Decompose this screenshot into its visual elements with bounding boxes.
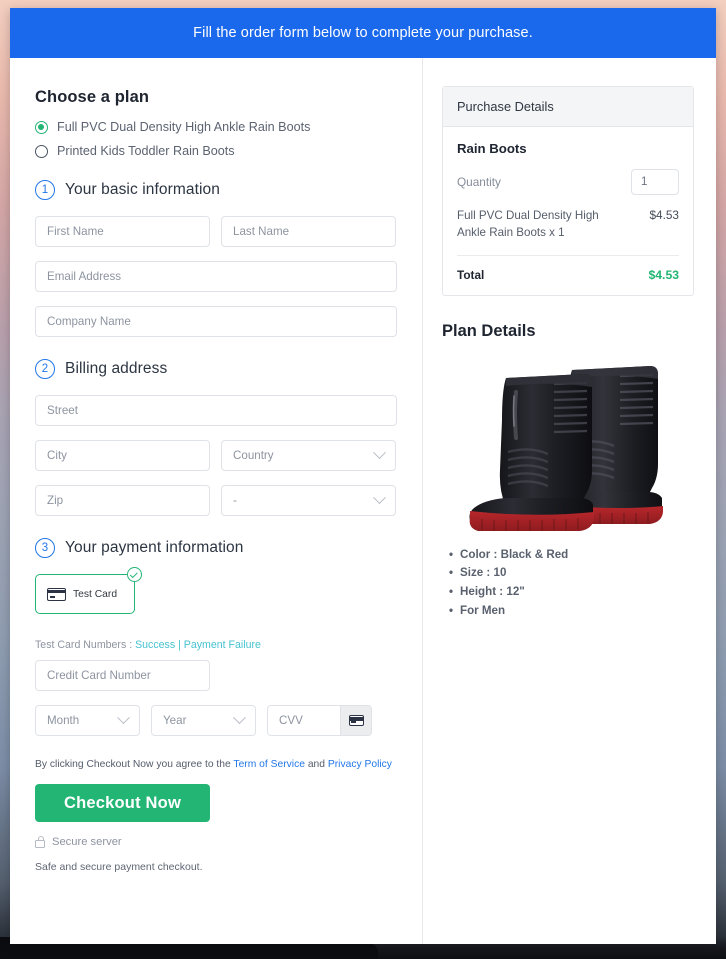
expiry-year-select[interactable]: Year: [151, 705, 256, 736]
bullet-item: For Men: [449, 602, 694, 621]
content-columns: Choose a plan Full PVC Dual Density High…: [10, 58, 716, 944]
chevron-down-icon: [373, 491, 386, 505]
credit-card-icon: [348, 715, 364, 726]
credit-card-icon: [47, 587, 66, 601]
payment-method-label: Test Card: [73, 588, 118, 600]
purchase-product-name: Rain Boots: [457, 141, 527, 156]
street-input[interactable]: Street: [35, 395, 397, 426]
name-field-row: First Name Last Name: [35, 216, 397, 247]
step-title: Billing address: [65, 360, 168, 377]
line-item-price: $4.53: [649, 208, 679, 222]
email-field-row: Email Address: [35, 261, 397, 292]
boot-left: [469, 373, 594, 531]
step-title: Your basic information: [65, 181, 220, 198]
state-select[interactable]: -: [221, 485, 396, 516]
quantity-row: Quantity 1: [457, 169, 679, 195]
secure-server-label: Secure server: [52, 836, 122, 848]
bullet-item: Color : Black & Red: [449, 546, 694, 565]
city-country-row: City Country: [35, 440, 397, 471]
country-select-value: Country: [233, 449, 274, 462]
product-image: [442, 347, 694, 532]
state-select-value: -: [233, 494, 237, 507]
total-value: $4.53: [648, 267, 680, 282]
plan-details-bullets: Color : Black & Red Size : 10 Height : 1…: [442, 546, 694, 621]
street-field-row: Street: [35, 395, 397, 426]
total-label: Total: [457, 267, 485, 282]
step-number-badge: 2: [35, 359, 55, 379]
step-billing-address: 2 Billing address: [35, 359, 397, 379]
step-payment-information: 3 Your payment information: [35, 538, 397, 558]
checkout-page: Fill the order form below to complete yo…: [10, 8, 716, 944]
success-card-link[interactable]: Success: [135, 639, 175, 651]
bullet-item: Size : 10: [449, 564, 694, 583]
cvv-help-button[interactable]: [340, 706, 371, 735]
company-field-row: Company Name: [35, 306, 397, 337]
summary-column: Purchase Details Rain Boots Quantity 1 F…: [423, 58, 715, 944]
step-number-badge: 3: [35, 538, 55, 558]
chevron-down-icon: [373, 446, 386, 460]
last-name-input[interactable]: Last Name: [221, 216, 396, 247]
terms-mid: and: [304, 759, 328, 770]
first-name-input[interactable]: First Name: [35, 216, 210, 247]
safe-checkout-note: Safe and secure payment checkout.: [35, 861, 203, 873]
cvv-input[interactable]: CVV: [268, 706, 340, 735]
plan-option-printed-kids[interactable]: Printed Kids Toddler Rain Boots: [35, 144, 397, 158]
plan-option-full-pvc[interactable]: Full PVC Dual Density High Ankle Rain Bo…: [35, 120, 397, 134]
line-item-row: Full PVC Dual Density High Ankle Rain Bo…: [457, 208, 679, 256]
payment-failure-card-link[interactable]: Payment Failure: [184, 639, 261, 651]
chevron-down-icon: [233, 711, 246, 725]
page-banner: Fill the order form below to complete yo…: [10, 8, 716, 58]
privacy-policy-link[interactable]: Privacy Policy: [328, 759, 392, 770]
zip-state-row: Zip -: [35, 485, 397, 516]
zip-input[interactable]: Zip: [35, 485, 210, 516]
check-circle-icon: [127, 567, 142, 582]
expiry-month-select[interactable]: Month: [35, 705, 140, 736]
step-basic-information: 1 Your basic information: [35, 180, 397, 200]
radio-unselected-icon[interactable]: [35, 144, 48, 158]
company-name-input[interactable]: Company Name: [35, 306, 397, 337]
purchase-details-body: Rain Boots Quantity 1 Full PVC Dual Dens…: [443, 127, 693, 295]
bullet-item: Height : 12": [449, 583, 694, 602]
purchase-details-header: Purchase Details: [443, 87, 693, 127]
line-item-name: Full PVC Dual Density High Ankle Rain Bo…: [457, 209, 599, 239]
expiry-month-value: Month: [47, 714, 80, 727]
expiry-cvv-row: Month Year CVV: [35, 705, 397, 736]
lock-icon: [35, 835, 45, 848]
city-input[interactable]: City: [35, 440, 210, 471]
link-separator: |: [175, 639, 184, 651]
test-card-numbers-label: Test Card Numbers :: [35, 639, 136, 651]
secure-server-row: Secure server: [35, 835, 397, 848]
term-of-service-link[interactable]: Term of Service: [233, 759, 305, 770]
checkout-now-button[interactable]: Checkout Now: [35, 784, 210, 822]
plan-option-label: Printed Kids Toddler Rain Boots: [57, 144, 235, 158]
quantity-input[interactable]: 1: [631, 169, 679, 195]
card-number-row: Credit Card Number: [35, 660, 397, 691]
purchase-details-card: Purchase Details Rain Boots Quantity 1 F…: [442, 86, 694, 296]
plan-details-heading: Plan Details: [442, 321, 536, 340]
chevron-down-icon: [117, 711, 130, 725]
total-row: Total $4.53: [457, 256, 679, 282]
order-form-column: Choose a plan Full PVC Dual Density High…: [10, 58, 423, 944]
credit-card-number-input[interactable]: Credit Card Number: [35, 660, 210, 691]
step-title: Your payment information: [65, 539, 244, 556]
terms-prefix: By clicking Checkout Now you agree to th…: [35, 759, 234, 770]
radio-selected-icon[interactable]: [35, 120, 48, 134]
terms-text: By clicking Checkout Now you agree to th…: [35, 759, 397, 770]
choose-plan-heading: Choose a plan: [35, 88, 150, 106]
test-card-numbers-line: Test Card Numbers : Success | Payment Fa…: [35, 639, 397, 651]
quantity-label: Quantity: [457, 175, 501, 189]
banner-text: Fill the order form below to complete yo…: [193, 25, 533, 41]
payment-method-test-card[interactable]: Test Card: [35, 567, 142, 614]
rain-boots-illustration: [469, 365, 663, 531]
country-select[interactable]: Country: [221, 440, 396, 471]
email-input[interactable]: Email Address: [35, 261, 397, 292]
plan-option-label: Full PVC Dual Density High Ankle Rain Bo…: [57, 120, 311, 134]
step-number-badge: 1: [35, 180, 55, 200]
cvv-field-group: CVV: [267, 705, 372, 736]
expiry-year-value: Year: [163, 714, 187, 727]
